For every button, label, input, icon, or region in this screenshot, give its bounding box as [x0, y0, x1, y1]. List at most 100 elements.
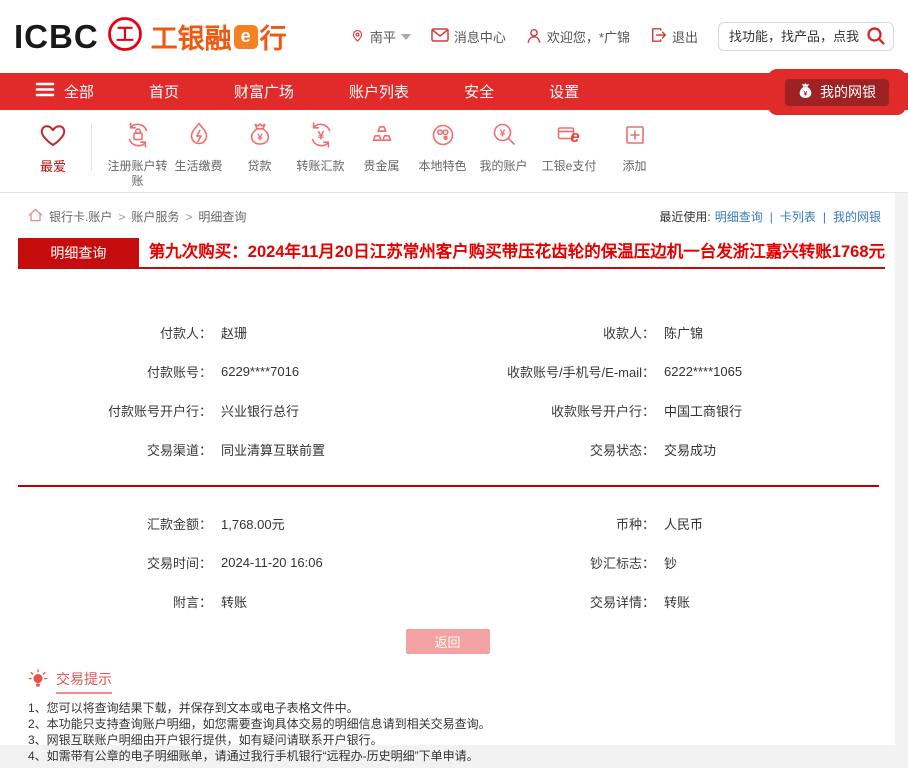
- add-icon: [620, 120, 650, 154]
- field-label: 付款人：: [0, 323, 212, 342]
- envelope-icon: [431, 28, 449, 45]
- icbc-logo: ICBC 工 工银融e行: [14, 16, 287, 57]
- quickbar-label: 生活缴费: [174, 159, 222, 174]
- logout-link[interactable]: 退出: [650, 27, 698, 46]
- recent-link-detail-query[interactable]: 明细查询: [715, 208, 763, 225]
- field-transaction-detail: 交易详情： 转账: [455, 582, 895, 621]
- breadcrumb-item[interactable]: 银行卡.账户: [49, 208, 112, 225]
- field-value: 转账: [221, 592, 247, 611]
- page-lower: 银行卡.账户 > 账户服务 > 明细查询 最近使用: 明细查询 | 卡列表 | …: [0, 193, 908, 768]
- welcome-user[interactable]: 欢迎您，*广锦: [526, 27, 630, 47]
- quickbar-item-register-transfer[interactable]: 注册账户转账: [107, 120, 168, 189]
- tips-list: 1、您可以将查询结果下载，并保存到文本或电子表格文件中。 2、本功能只支持查询账…: [28, 701, 895, 765]
- field-label: 交易状态：: [455, 440, 655, 459]
- field-label: 币种：: [455, 514, 655, 533]
- logout-icon: [650, 27, 667, 46]
- back-button[interactable]: 返回: [406, 629, 490, 654]
- quickbar-item-my-account[interactable]: ¥ 我的账户: [473, 120, 534, 174]
- brand-prefix: 工银融: [151, 17, 232, 56]
- recent-link-card-list[interactable]: 卡列表: [780, 208, 816, 225]
- quickbar-item-precious-metal[interactable]: 贵金属: [351, 120, 412, 174]
- svg-text:¥: ¥: [499, 128, 505, 140]
- detail-upper: 付款人：赵珊 付款账号：6229****7016 付款账号开户行：兴业银行总行 …: [0, 269, 895, 469]
- nav-item-settings[interactable]: 设置: [549, 81, 579, 102]
- quickbar-item-loan[interactable]: ¥ 贷款: [229, 120, 290, 174]
- field-label: 收款账号/手机号/E-mail：: [455, 362, 655, 381]
- brand-suffix: 行: [260, 17, 287, 56]
- quickbar-label: 本地特色: [418, 159, 466, 174]
- field-value: 6229****7016: [221, 364, 299, 379]
- nav-item-accounts[interactable]: 账户列表: [349, 81, 409, 102]
- field-value: 赵珊: [221, 323, 247, 342]
- tips-title: 交易提示: [56, 669, 112, 694]
- field-label: 收款账号开户行：: [455, 401, 655, 420]
- tab-bar: 明细查询 第九次购买：2024年11月20日江苏常州客户购买带压花齿轮的保温压边…: [18, 238, 885, 269]
- my-account-icon: ¥: [489, 120, 519, 154]
- field-label: 付款账号开户行：: [0, 401, 212, 420]
- quickbar-item-local-feature[interactable]: 本地特色: [412, 120, 473, 174]
- quickbar: 最爱 注册账户转账 生活缴费 ¥ 贷款 ¥ 转账汇款 贵金属: [0, 110, 908, 193]
- nav-item-security[interactable]: 安全: [464, 81, 494, 102]
- message-center-link[interactable]: 消息中心: [431, 27, 506, 46]
- quickbar-item-life-payment[interactable]: 生活缴费: [168, 120, 229, 174]
- breadcrumb-row: 银行卡.账户 > 账户服务 > 明细查询 最近使用: 明细查询 | 卡列表 | …: [0, 193, 895, 225]
- field-payer-account: 付款账号： 6229****7016: [0, 352, 455, 391]
- field-label: 交易详情：: [455, 592, 655, 611]
- location-pin-icon: [350, 27, 365, 47]
- field-value: 人民币: [664, 514, 703, 533]
- location-label: 南平: [370, 27, 396, 46]
- epay-icon: e: [554, 120, 584, 154]
- nav-item-all[interactable]: 全部: [35, 81, 94, 102]
- quickbar-label: 贷款: [247, 159, 271, 174]
- field-label: 交易时间：: [0, 553, 212, 572]
- quickbar-divider: [91, 123, 92, 171]
- quickbar-item-add[interactable]: 添加: [604, 120, 665, 174]
- life-payment-icon: [184, 120, 214, 154]
- home-icon: [28, 208, 43, 225]
- svg-text:e: e: [570, 127, 579, 146]
- location-selector[interactable]: 南平: [350, 27, 411, 47]
- field-label: 收款人：: [455, 323, 655, 342]
- quickbar-label: 转账汇款: [296, 159, 344, 174]
- field-payee-account: 收款账号/手机号/E-mail：6222****1065: [455, 352, 895, 391]
- recently-used: 最近使用: 明细查询 | 卡列表 | 我的网银: [659, 208, 881, 225]
- nav-item-home[interactable]: 首页: [149, 81, 179, 102]
- breadcrumb-item[interactable]: 账户服务: [131, 208, 179, 225]
- my-ebank-bulge: ¥ 我的网银: [768, 69, 906, 115]
- quickbar-label: 注册账户转账: [107, 159, 168, 189]
- transaction-tips: 交易提示 1、您可以将查询结果下载，并保存到文本或电子表格文件中。 2、本功能只…: [28, 669, 895, 765]
- nav-item-wealth[interactable]: 财富广场: [234, 81, 294, 102]
- field-value: 交易成功: [664, 440, 716, 459]
- tip-item: 3、网银互联账户明细由开户银行提供，如有疑问请联系开户银行。: [28, 733, 895, 749]
- svg-text:¥: ¥: [804, 90, 808, 97]
- quickbar-favorite[interactable]: 最爱: [30, 120, 76, 175]
- svg-text:工: 工: [116, 25, 134, 45]
- tip-item: 4、如需带有公章的电子明细账单，请通过我行手机银行“远程办-历史明细”下单申请。: [28, 749, 895, 765]
- precious-metal-icon: [367, 120, 397, 154]
- chevron-down-icon: [401, 34, 411, 40]
- field-value: 转账: [664, 592, 690, 611]
- recent-separator: |: [823, 210, 826, 224]
- detail-lower: 汇款金额：1,768.00元 交易时间：2024-11-20 16:06 附言：…: [0, 487, 895, 621]
- search-icon[interactable]: [866, 26, 886, 49]
- svg-text:¥: ¥: [317, 129, 324, 143]
- field-payer-bank: 付款账号开户行：兴业银行总行: [0, 391, 455, 430]
- my-ebank-button[interactable]: ¥ 我的网银: [785, 79, 889, 106]
- field-label: 附言：: [0, 592, 212, 611]
- heart-icon: [38, 120, 68, 151]
- quickbar-item-transfer-remit[interactable]: ¥ 转账汇款: [290, 120, 351, 174]
- field-payer: 付款人： 赵珊: [0, 313, 455, 352]
- svg-text:¥: ¥: [257, 133, 263, 144]
- breadcrumb-separator: >: [118, 210, 125, 224]
- quickbar-item-epay[interactable]: e 工银e支付: [534, 120, 604, 174]
- quickbar-label: 贵金属: [363, 159, 399, 174]
- field-label: 付款账号：: [0, 362, 212, 381]
- favorite-label: 最爱: [40, 156, 66, 175]
- recent-link-my-ebank[interactable]: 我的网银: [833, 208, 881, 225]
- tip-item: 2、本功能只支持查询账户明细，如您需要查询具体交易的明细信息请到相关交易查询。: [28, 717, 895, 733]
- content-panel: 银行卡.账户 > 账户服务 > 明细查询 最近使用: 明细查询 | 卡列表 | …: [0, 193, 895, 745]
- brand-name: 工银融e行: [151, 17, 287, 56]
- tab-detail-query[interactable]: 明细查询: [18, 238, 139, 267]
- money-bag-icon: ¥: [798, 82, 813, 102]
- field-value: 同业清算互联前置: [221, 440, 325, 459]
